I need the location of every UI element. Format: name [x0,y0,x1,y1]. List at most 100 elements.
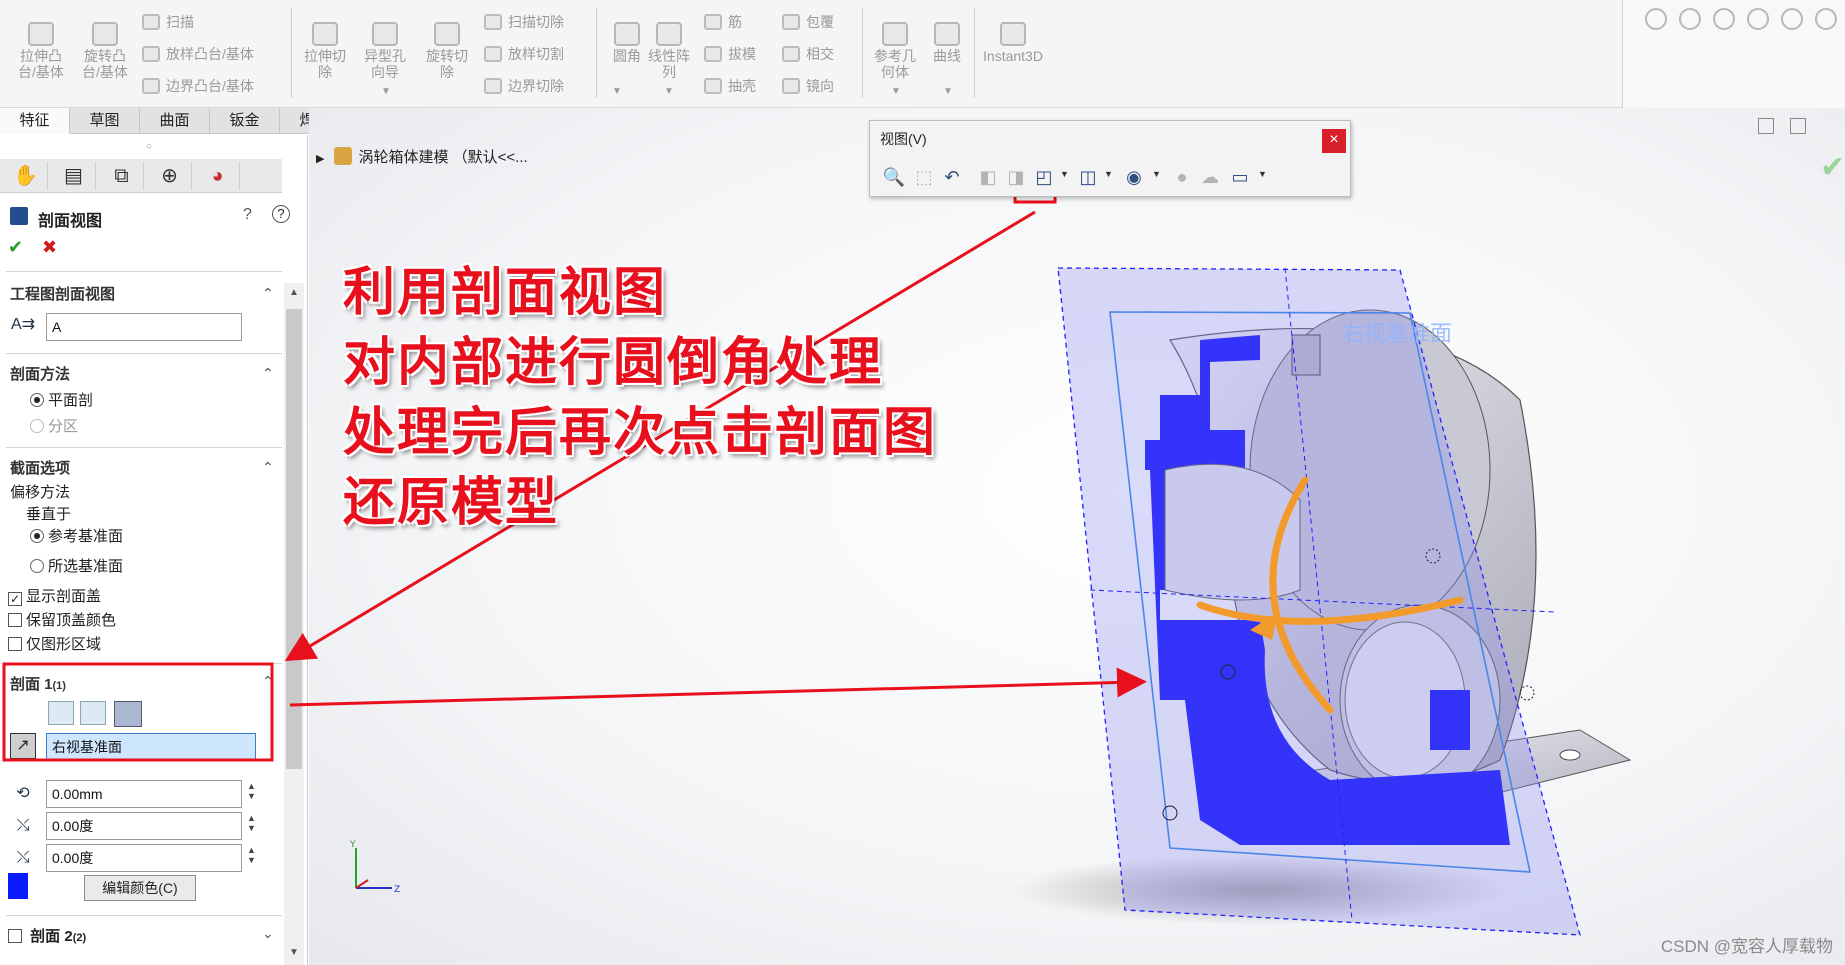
hole-wizard-button[interactable]: 异型孔 向导 [356,20,414,80]
scroll-up-icon[interactable]: ▲ [289,287,299,298]
help-icon[interactable]: ? [272,205,290,223]
zoom-icon[interactable] [1679,8,1701,30]
collapse-icon[interactable]: ⌃ [262,365,274,382]
appearance-icon[interactable] [1781,8,1803,30]
dimxpert-icon[interactable]: ⊕ [148,162,192,190]
tab-features[interactable]: 特征 [0,108,70,134]
edit-color-button[interactable]: 编辑颜色(C) [84,875,196,901]
planar-radio[interactable]: 平面剖 [30,389,93,410]
maximize-pane-icon[interactable] [1790,118,1806,134]
collapse-icon[interactable]: ⌃ [262,673,274,690]
revolve-cut-button[interactable]: 旋转切 除 [418,20,476,80]
angle-x-spinner[interactable]: ▲ ▼ [247,813,256,833]
view-orientation-dropdown-icon[interactable]: ▼ [1060,169,1069,179]
offset-distance-field[interactable]: 0.00mm [46,780,242,808]
instant3d-button[interactable]: Instant3D [978,20,1048,64]
lofted-cut-button[interactable]: 放样切割 [484,44,564,66]
mass-properties-icon[interactable] [1713,8,1735,30]
pattern-dropdown-icon[interactable]: ▼ [664,86,674,97]
hole-wizard-dropdown-icon[interactable]: ▼ [381,86,391,97]
intersect-button[interactable]: 相交 [782,44,834,66]
reverse-direction-icon[interactable]: ↗ [10,733,36,759]
spell-check-icon[interactable] [1645,8,1667,30]
collapse-icon[interactable]: ⌃ [262,459,274,476]
dynamic-annotation-icon[interactable]: ◧ [976,165,1000,189]
extrude-cut-button[interactable]: 拉伸切 除 [296,20,354,80]
section-side1-icon[interactable] [48,701,74,725]
reference-geometry-button[interactable]: 参考几 何体 [866,20,924,80]
keep-cap-color-checkbox[interactable]: 保留顶盖颜色 [8,609,116,630]
zoom-to-fit-icon[interactable]: 🔍 [882,165,906,189]
hide-show-dropdown-icon[interactable]: ▼ [1152,169,1161,179]
shell-button[interactable]: 抽壳 [704,76,756,98]
wrap-button[interactable]: 包覆 [782,12,834,34]
curves-dropdown-icon[interactable]: ▼ [943,86,953,97]
section-plane-icon[interactable] [114,701,142,727]
expand-tree-icon[interactable]: ▶ [316,153,324,165]
ref-geometry-dropdown-icon[interactable]: ▼ [891,86,901,97]
boundary-cut-button[interactable]: 边界切除 [484,76,564,98]
property-manager-icon[interactable]: ▤ [52,162,96,190]
section-plane-field[interactable]: 右视基准面 [46,733,256,761]
display-style-dropdown-icon[interactable]: ▼ [1104,169,1113,179]
view-orientation-icon[interactable]: ◰ [1032,165,1056,189]
display-manager-icon[interactable]: ◕ [196,162,240,190]
fillet-dropdown-icon[interactable]: ▼ [612,86,622,97]
boundary-boss-button[interactable]: 边界凸台/基体 [142,76,254,98]
tab-sheet-metal[interactable]: 钣金 [210,108,280,134]
section-side2-icon[interactable] [80,701,106,725]
mirror-button[interactable]: 镜向 [782,76,834,98]
panel-scrollbar[interactable]: ▲ ▼ [284,283,304,965]
offset-spinner[interactable]: ▲ ▼ [247,781,256,801]
angle-y-field[interactable]: 0.00度 [46,844,242,872]
view-settings-icon[interactable]: ▭ [1228,165,1252,189]
view-toolbar-close-button[interactable]: × [1322,129,1346,153]
view-settings-dropdown-icon[interactable]: ▼ [1258,169,1267,179]
detailed-help-icon[interactable]: ? [243,206,252,224]
revolve-boss-button[interactable]: 旋转凸 台/基体 [76,20,134,80]
rotate-y-icon: ⤯ [16,849,30,866]
flyout-feature-tree[interactable]: ▶ 涡轮箱体建模 （默认<<... [316,146,528,167]
edit-appearance-icon[interactable]: ● [1170,165,1194,189]
section2-checkbox[interactable]: 剖面 2(2) [8,925,86,946]
loft-boss-button[interactable]: 放样凸台/基体 [142,44,254,66]
scroll-thumb[interactable] [286,309,302,769]
extrude-boss-icon [28,22,54,46]
cancel-button[interactable]: ✖ [42,237,57,258]
hide-show-items-icon[interactable]: ◉ [1122,165,1146,189]
rib-button[interactable]: 筋 [704,12,742,34]
zoom-to-area-icon[interactable]: ⬚ [912,165,936,189]
configuration-manager-icon[interactable]: ⧉ [100,162,144,190]
feature-manager-icon[interactable]: ✋ [4,162,48,190]
measure-icon[interactable] [1747,8,1769,30]
collapse-icon[interactable]: ⌃ [262,285,274,302]
angle-x-field[interactable]: 0.00度 [46,812,242,840]
section-view-icon[interactable]: ◨ [1004,165,1028,189]
apply-scene-icon[interactable]: ☁ [1198,165,1222,189]
section-name-field[interactable]: A [46,313,242,341]
ok-button[interactable]: ✔ [8,237,23,258]
angle-y-spinner[interactable]: ▲ ▼ [247,845,256,865]
extrude-boss-button[interactable]: 拉伸凸 台/基体 [12,20,70,80]
linear-pattern-button[interactable]: 线性阵 列 [640,20,698,80]
expand-icon[interactable]: ⌄ [262,925,274,942]
ref-plane-radio[interactable]: 参考基准面 [30,525,123,546]
sweep-button[interactable]: 扫描 [142,12,194,34]
draft-button[interactable]: 拔模 [704,44,756,66]
tab-sketch[interactable]: 草图 [70,108,140,134]
show-cap-checkbox[interactable]: ✓ 显示剖面盖 [8,585,101,606]
selected-plane-radio[interactable]: 所选基准面 [30,555,123,576]
confirm-corner-icon[interactable]: ✔ [1820,150,1845,185]
cap-color-swatch[interactable] [8,873,28,899]
panel-grip-icon[interactable]: ○ [146,141,152,152]
display-style-icon[interactable]: ◫ [1076,165,1100,189]
tab-surfaces[interactable]: 曲面 [140,108,210,134]
settings-icon[interactable] [1815,8,1837,30]
previous-view-icon[interactable]: ↶ [940,165,964,189]
graphics-only-checkbox[interactable]: 仅图形区域 [8,633,101,654]
scroll-down-icon[interactable]: ▼ [289,947,299,958]
swept-cut-button[interactable]: 扫描切除 [484,12,564,34]
zonal-radio[interactable]: 分区 [30,415,78,436]
curves-button[interactable]: 曲线 [918,20,976,64]
restore-pane-icon[interactable] [1758,118,1774,134]
